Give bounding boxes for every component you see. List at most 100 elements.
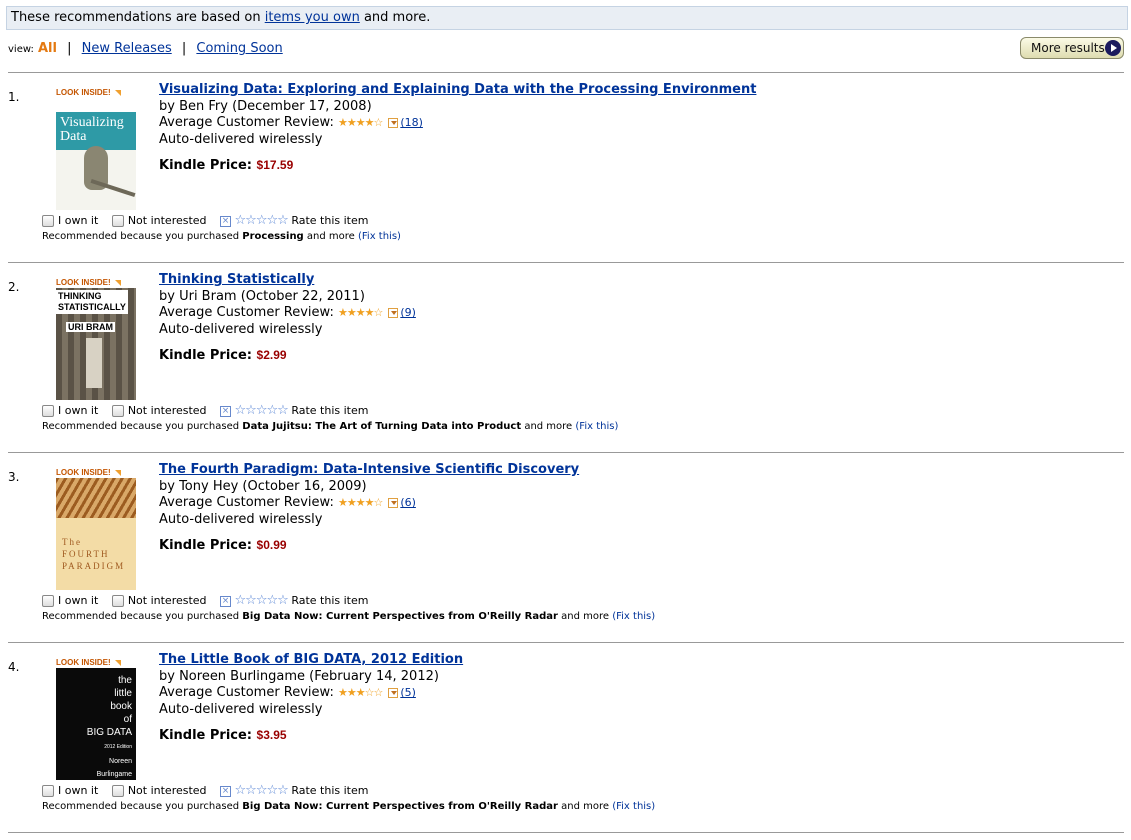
kindle-price-row: Kindle Price: $0.99 [159, 537, 579, 555]
review-count-link[interactable]: (9) [400, 306, 416, 319]
book-cover[interactable]: LOOK INSIDE! the little book of BIG DATA 2012… [52, 658, 136, 780]
rate-this-item-label: Rate this item [291, 784, 369, 797]
divider [8, 452, 1124, 453]
book-title-link[interactable]: The Little Book of BIG DATA, 2012 Editio… [159, 652, 463, 667]
book-cover[interactable]: LOOK INSIDE! Visualizing Data [52, 88, 136, 210]
auto-delivered: Auto-delivered wirelessly [159, 511, 323, 527]
auto-delivered: Auto-delivered wirelessly [159, 321, 323, 337]
review-count-link[interactable]: (5) [400, 686, 416, 699]
rating-stars-icon[interactable]: ★★★★☆ [338, 116, 383, 129]
clear-rating-icon[interactable]: × [220, 215, 232, 227]
kindle-price-row: Kindle Price: $2.99 [159, 347, 416, 365]
recommendation-item: 3. LOOK INSIDE! The FOURTH PARADIGM The Fo… [0, 460, 1131, 650]
rating-stars-icon[interactable]: ★★★★☆ [338, 306, 383, 319]
rating-dropdown-icon[interactable] [388, 687, 399, 698]
not-interested-checkbox[interactable] [111, 595, 124, 607]
i-own-it-label: I own it [58, 214, 99, 227]
rate-this-item-label: Rate this item [291, 594, 369, 607]
rate-stars-icon[interactable]: ☆☆☆☆☆ [235, 593, 289, 608]
fix-this-link[interactable]: (Fix this) [612, 801, 655, 812]
recommended-because: Recommended because you purchased Big Da… [42, 611, 655, 623]
price-label: Kindle Price: [159, 538, 253, 553]
item-details: Visualizing Data: Exploring and Explaini… [159, 82, 756, 175]
view-filter: view: All | New Releases | Coming Soon [8, 40, 283, 59]
because-and-more: and more [524, 421, 573, 432]
more-results-button[interactable]: More results [1020, 37, 1124, 59]
i-own-it-checkbox[interactable] [42, 595, 54, 607]
rating-dropdown-icon[interactable] [388, 497, 399, 508]
look-inside-badge[interactable]: LOOK INSIDE! [56, 278, 121, 287]
divider [8, 72, 1124, 73]
recommended-because: Recommended because you purchased Proces… [42, 231, 401, 243]
rate-stars-icon[interactable]: ☆☆☆☆☆ [235, 783, 289, 798]
banner-suffix: and more. [363, 10, 431, 25]
kindle-price-row: Kindle Price: $17.59 [159, 157, 756, 175]
kindle-price-row: Kindle Price: $3.95 [159, 727, 463, 745]
book-cover-art: Visualizing Data [56, 98, 136, 210]
purchased-title: Data Jujitsu: The Art of Turning Data in… [242, 421, 522, 432]
item-rank: 4. [8, 660, 20, 674]
item-actions: I own it Not interested × ☆☆☆☆☆ Rate thi… [42, 784, 368, 798]
kindle-price: $0.99 [256, 538, 287, 552]
divider [8, 642, 1124, 643]
item-rank: 3. [8, 470, 20, 484]
book-cover-art: The FOURTH PARADIGM [56, 478, 136, 590]
book-title-link[interactable]: Thinking Statistically [159, 272, 314, 287]
book-cover-art: THINKING STATISTICALLY URI BRAM [56, 288, 136, 400]
not-interested-checkbox[interactable] [111, 405, 124, 417]
book-cover[interactable]: LOOK INSIDE! The FOURTH PARADIGM [52, 468, 136, 590]
rate-stars-icon[interactable]: ☆☆☆☆☆ [235, 403, 289, 418]
item-actions: I own it Not interested × ☆☆☆☆☆ Rate thi… [42, 594, 368, 608]
rating-stars-icon[interactable]: ★★★☆☆ [338, 686, 383, 699]
i-own-it-label: I own it [58, 404, 99, 417]
view-new-releases-link[interactable]: New Releases [82, 41, 172, 56]
review-label: Average Customer Review: [159, 495, 334, 510]
recommendation-item: 1. LOOK INSIDE! Visualizing Data Visuali… [0, 80, 1131, 270]
more-results-label: More results [1031, 41, 1105, 55]
book-title-link[interactable]: The Fourth Paradigm: Data-Intensive Scie… [159, 462, 579, 477]
recommended-because: Recommended because you purchased Data J… [42, 421, 618, 433]
auto-delivered: Auto-delivered wirelessly [159, 131, 323, 147]
recommendation-item: 2. LOOK INSIDE! THINKING STATISTICALLY URI… [0, 270, 1131, 460]
rate-stars-icon[interactable]: ☆☆☆☆☆ [235, 213, 289, 228]
fix-this-link[interactable]: (Fix this) [575, 421, 618, 432]
not-interested-checkbox[interactable] [111, 785, 124, 797]
book-title-link[interactable]: Visualizing Data: Exploring and Explaini… [159, 82, 756, 97]
clear-rating-icon[interactable]: × [220, 405, 232, 417]
book-cover[interactable]: LOOK INSIDE! THINKING STATISTICALLY URI BR… [52, 278, 136, 400]
review-count-link[interactable]: (6) [400, 496, 416, 509]
view-separator: | [181, 41, 187, 56]
rating-dropdown-icon[interactable] [388, 117, 399, 128]
price-label: Kindle Price: [159, 158, 253, 173]
price-label: Kindle Price: [159, 348, 253, 363]
look-inside-badge[interactable]: LOOK INSIDE! [56, 88, 121, 97]
fix-this-link[interactable]: (Fix this) [612, 611, 655, 622]
purchased-title: Big Data Now: Current Perspectives from … [242, 801, 558, 812]
banner-prefix: These recommendations are based on [11, 10, 261, 25]
i-own-it-checkbox[interactable] [42, 215, 54, 227]
look-inside-badge[interactable]: LOOK INSIDE! [56, 658, 121, 667]
clear-rating-icon[interactable]: × [220, 785, 232, 797]
customer-review: Average Customer Review: ★★★★☆ (9) [159, 305, 416, 322]
look-inside-badge[interactable]: LOOK INSIDE! [56, 468, 121, 477]
view-coming-soon-link[interactable]: Coming Soon [196, 41, 282, 56]
kindle-price: $3.95 [256, 728, 287, 742]
item-details: The Little Book of BIG DATA, 2012 Editio… [159, 652, 463, 745]
author-date: by Tony Hey (October 16, 2009) [159, 478, 367, 494]
i-own-it-checkbox[interactable] [42, 405, 54, 417]
fix-this-link[interactable]: (Fix this) [358, 231, 401, 242]
i-own-it-label: I own it [58, 594, 99, 607]
clear-rating-icon[interactable]: × [220, 595, 232, 607]
recommended-because: Recommended because you purchased Big Da… [42, 801, 655, 813]
item-rank: 1. [8, 90, 20, 104]
purchased-title: Processing [242, 231, 304, 242]
items-you-own-link[interactable]: items you own [265, 10, 360, 25]
kindle-price: $17.59 [256, 158, 294, 172]
view-all-selected[interactable]: All [38, 41, 57, 56]
customer-review: Average Customer Review: ★★★★☆ (18) [159, 115, 756, 132]
rating-stars-icon[interactable]: ★★★★☆ [338, 496, 383, 509]
i-own-it-checkbox[interactable] [42, 785, 54, 797]
not-interested-checkbox[interactable] [111, 215, 124, 227]
rating-dropdown-icon[interactable] [388, 307, 399, 318]
review-count-link[interactable]: (18) [400, 116, 423, 129]
